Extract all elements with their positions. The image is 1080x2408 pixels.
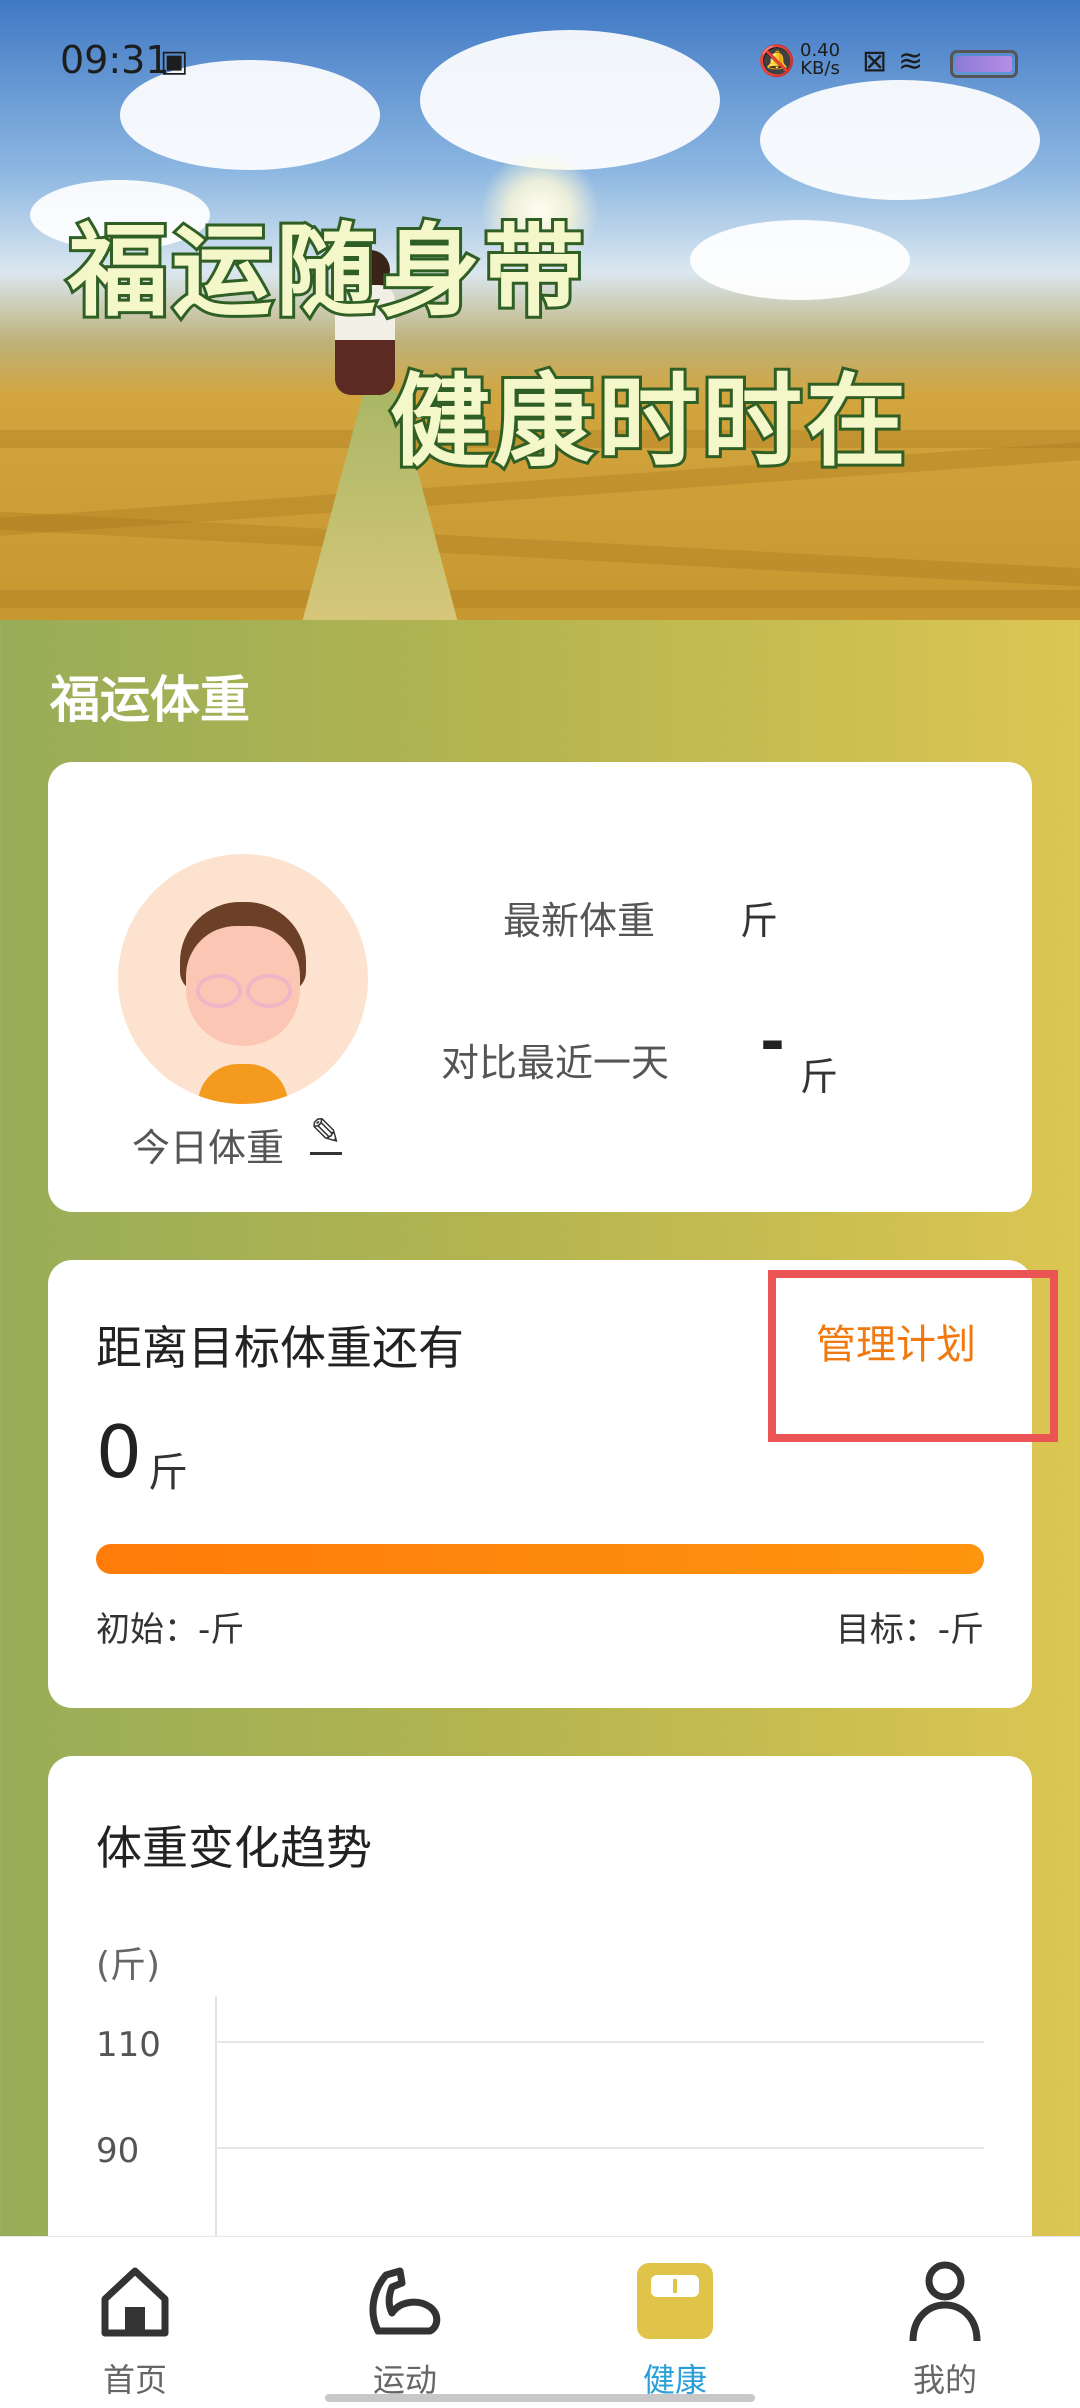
avatar[interactable] — [118, 854, 368, 1104]
nav-label-home: 首页 — [102, 2361, 167, 2399]
latest-weight-unit: 斤 — [740, 899, 779, 943]
compare-label: 对比最近一天 — [441, 1041, 670, 1085]
goal-progress-bar — [96, 1544, 984, 1574]
section-title: 福运体重 — [50, 671, 250, 729]
weight-card: 今日体重 ✎ 最新体重 斤 对比最近一天 - 斤 — [48, 762, 1032, 1212]
goal-title: 距离目标体重还有 — [96, 1321, 464, 1375]
banner-slogan-line1: 福运随身带 — [65, 210, 588, 333]
arm-muscle-icon — [305, 2253, 505, 2349]
net-speed: 0.40 KB/s — [800, 42, 840, 78]
wifi-icon: ≋ — [898, 44, 924, 79]
today-weight-label[interactable]: 今日体重 — [132, 1117, 284, 1172]
sim-icon: ⊠ — [862, 44, 888, 79]
person-icon — [845, 2253, 1045, 2349]
compare-unit: 斤 — [800, 1055, 839, 1099]
y-tick-90: 90 — [96, 2131, 139, 2171]
highlight-box — [768, 1270, 1058, 1442]
nav-item-home[interactable]: 首页 — [35, 2253, 235, 2401]
nav-item-profile[interactable]: 我的 — [845, 2253, 1045, 2401]
initial-weight-text: 初始：-斤 — [96, 1610, 245, 1650]
chart-y-unit: (斤) — [96, 1945, 161, 1986]
home-icon — [35, 2253, 235, 2349]
nav-item-exercise[interactable]: 运动 — [305, 2253, 505, 2401]
home-indicator — [325, 2394, 755, 2402]
net-speed-unit: KB/s — [800, 58, 840, 79]
notification-icon: ▣ — [160, 44, 189, 79]
remaining-weight-value: 0 — [96, 1410, 142, 1494]
target-weight-text: 目标：-斤 — [835, 1610, 984, 1650]
mute-bell-icon: 🔕 — [758, 44, 796, 79]
pencil-edit-icon[interactable]: ✎ — [310, 1112, 342, 1155]
bottom-nav: 首页 运动 健康 我的 — [0, 2236, 1080, 2408]
banner-slogan-line2: 健康时时在 — [387, 360, 910, 483]
remaining-weight-unit: 斤 — [148, 1450, 188, 1496]
compare-value: - — [760, 1007, 785, 1077]
status-bar: 09:31 ▣ 🔕 0.40 KB/s ⊠ ≋ — [0, 38, 1080, 88]
latest-weight-label: 最新体重 — [503, 899, 656, 943]
nav-label-profile: 我的 — [912, 2361, 977, 2399]
status-time: 09:31 — [60, 38, 170, 82]
trend-title: 体重变化趋势 — [96, 1821, 372, 1875]
y-tick-110: 110 — [96, 2025, 161, 2065]
nav-item-health[interactable]: 健康 — [575, 2253, 775, 2401]
scale-icon — [575, 2253, 775, 2349]
hero-banner: 福运随身带 健康时时在 09:31 ▣ 🔕 0.40 KB/s ⊠ ≋ — [0, 0, 1080, 620]
weight-trend-chart: 110 90 — [96, 1996, 984, 2256]
goal-card: 距离目标体重还有 管理计划 0 斤 初始：-斤 目标：-斤 — [48, 1260, 1058, 1708]
battery-icon — [950, 50, 1018, 78]
